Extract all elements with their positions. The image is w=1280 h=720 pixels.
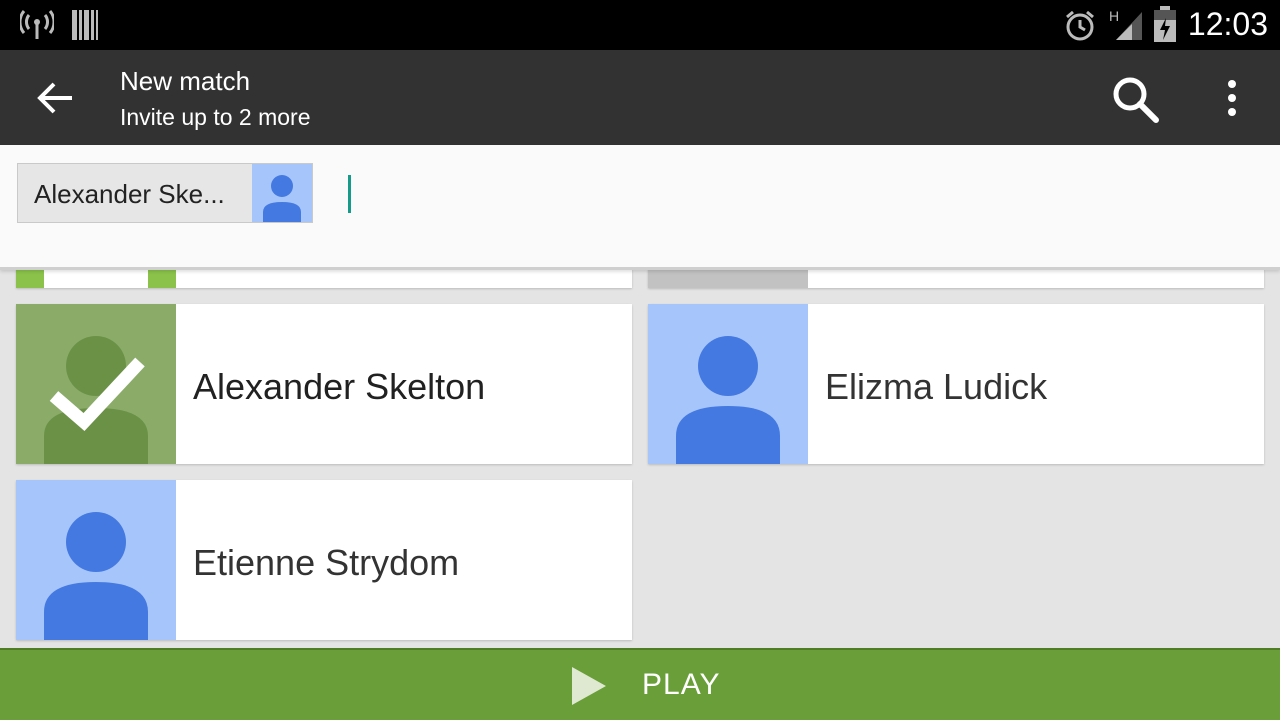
- barcode-icon: [72, 10, 98, 40]
- page-subtitle: Invite up to 2 more: [120, 104, 311, 130]
- text-cursor: [348, 175, 351, 213]
- player-name: Elizma Ludick: [825, 366, 1048, 407]
- invite-input-field[interactable]: Alexander Ske...: [0, 145, 1280, 270]
- page-title: New match: [120, 66, 251, 96]
- invitee-chip-label: Alexander Ske...: [34, 179, 225, 209]
- player-card-alexander-skelton[interactable]: Alexander Skelton: [16, 304, 632, 464]
- invitee-chip-avatar: [252, 164, 312, 222]
- player-name: Etienne Strydom: [193, 542, 460, 583]
- avatar: [16, 480, 176, 640]
- person-icon: [676, 336, 780, 464]
- invitee-chip[interactable]: Alexander Ske...: [17, 163, 313, 223]
- play-button-label: PLAY: [642, 668, 721, 701]
- clock: 12:03: [1187, 6, 1268, 42]
- player-name: Alexander Skelton: [193, 366, 486, 407]
- network-type-label: H: [1109, 8, 1119, 24]
- play-button[interactable]: PLAY: [0, 648, 1280, 720]
- player-card-elizma-ludick[interactable]: Elizma Ludick: [648, 304, 1264, 464]
- back-arrow-icon[interactable]: [36, 78, 76, 118]
- person-icon: [44, 512, 148, 640]
- checkmark-icon: [49, 357, 145, 432]
- play-icon: [572, 667, 606, 705]
- player-card-etienne-strydom[interactable]: Etienne Strydom: [16, 480, 632, 640]
- overflow-menu-icon[interactable]: [1220, 78, 1244, 118]
- battery-icon: [1154, 6, 1176, 42]
- alarm-icon: [1066, 10, 1094, 41]
- person-icon: [263, 175, 301, 222]
- search-icon[interactable]: [1110, 74, 1162, 126]
- network-signal-icon: H: [1109, 8, 1142, 40]
- action-bar: New match Invite up to 2 more: [0, 50, 1280, 145]
- status-bar: H 12:03: [0, 0, 1280, 50]
- avatar: [648, 304, 808, 464]
- wireless-signal-icon: [20, 10, 54, 39]
- avatar: [16, 304, 176, 464]
